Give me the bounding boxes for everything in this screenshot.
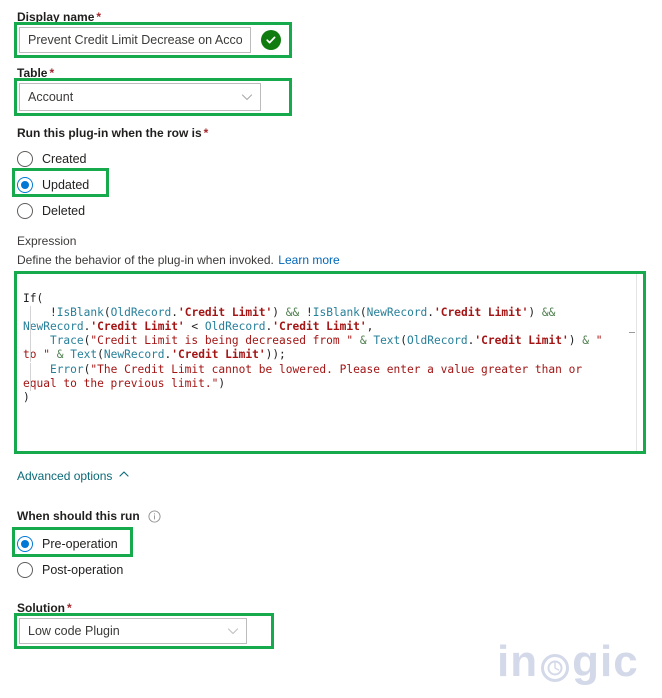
when-should-run-label: When should this run [17, 509, 140, 523]
code-line-1: If( [23, 292, 44, 306]
solution-dropdown[interactable]: Low code Plugin [19, 618, 247, 644]
radio-option-deleted[interactable]: Deleted [17, 200, 85, 222]
expression-description-row: Define the behavior of the plug-in when … [17, 251, 340, 269]
expression-label: Expression [17, 234, 77, 248]
chevron-up-icon [118, 468, 130, 483]
table-dropdown[interactable]: Account [19, 83, 261, 111]
trigger-label: Run this plug-in when the row is [17, 126, 202, 140]
code-line-2: !IsBlank(OldRecord.'Credit Limit') && !I… [23, 306, 556, 335]
code-line-4: Error("The Credit Limit cannot be lowere… [23, 362, 589, 391]
radio-deleted-label: Deleted [42, 204, 86, 218]
editor-scrollbar-track[interactable] [629, 274, 637, 451]
code-content[interactable]: If( !IsBlank(OldRecord.'Credit Limit') &… [17, 274, 643, 433]
info-circle-icon[interactable] [148, 509, 161, 523]
radio-post-operation-label: Post-operation [42, 563, 124, 577]
radio-option-created[interactable]: Created [17, 148, 86, 170]
code-editor-surface[interactable]: If( !IsBlank(OldRecord.'Credit Limit') &… [17, 274, 643, 451]
learn-more-link[interactable]: Learn more [278, 253, 339, 267]
display-name-value: Prevent Credit Limit Decrease on Account [28, 33, 242, 47]
radio-pre-operation-indicator[interactable] [17, 536, 33, 552]
solution-value: Low code Plugin [28, 624, 120, 638]
code-line-5: ) [23, 390, 30, 404]
chevron-down-icon[interactable] [226, 624, 240, 638]
radio-option-post-operation[interactable]: Post-operation [17, 559, 123, 581]
display-name-input[interactable]: Prevent Credit Limit Decrease on Account [19, 27, 251, 53]
inogic-watermark: in gic [497, 640, 639, 684]
table-value: Account [28, 90, 74, 104]
radio-deleted-indicator[interactable] [17, 203, 33, 219]
trigger-required-star: * [203, 126, 209, 140]
editor-scrollbar-thumb[interactable] [629, 332, 635, 333]
inogic-o-icon [540, 647, 570, 682]
advanced-options-toggle[interactable]: Advanced options [17, 468, 130, 483]
watermark-text-right: gic [572, 637, 639, 686]
expression-code-editor[interactable]: If( !IsBlank(OldRecord.'Credit Limit') &… [14, 271, 646, 454]
radio-created-label: Created [42, 152, 87, 166]
radio-post-operation-indicator[interactable] [17, 562, 33, 578]
when-should-run-label-row: When should this run [17, 508, 161, 524]
radio-updated-label: Updated [42, 178, 90, 192]
radio-updated-indicator[interactable] [17, 177, 33, 193]
radio-option-updated[interactable]: Updated [17, 174, 89, 196]
check-circle-icon [261, 30, 281, 50]
advanced-options-label: Advanced options [17, 468, 113, 483]
expression-description: Define the behavior of the plug-in when … [17, 253, 274, 267]
radio-option-pre-operation[interactable]: Pre-operation [17, 533, 118, 555]
watermark-text-left: in [497, 637, 539, 686]
plugin-form-page: Display name * Prevent Credit Limit Decre… [0, 0, 662, 698]
trigger-label-row: Run this plug-in when the row is * [17, 124, 208, 142]
code-line-3: Trace("Credit Limit is being decreased f… [23, 334, 610, 363]
radio-pre-operation-label: Pre-operation [42, 537, 118, 551]
chevron-down-icon[interactable] [240, 90, 254, 104]
radio-created-indicator[interactable] [17, 151, 33, 167]
